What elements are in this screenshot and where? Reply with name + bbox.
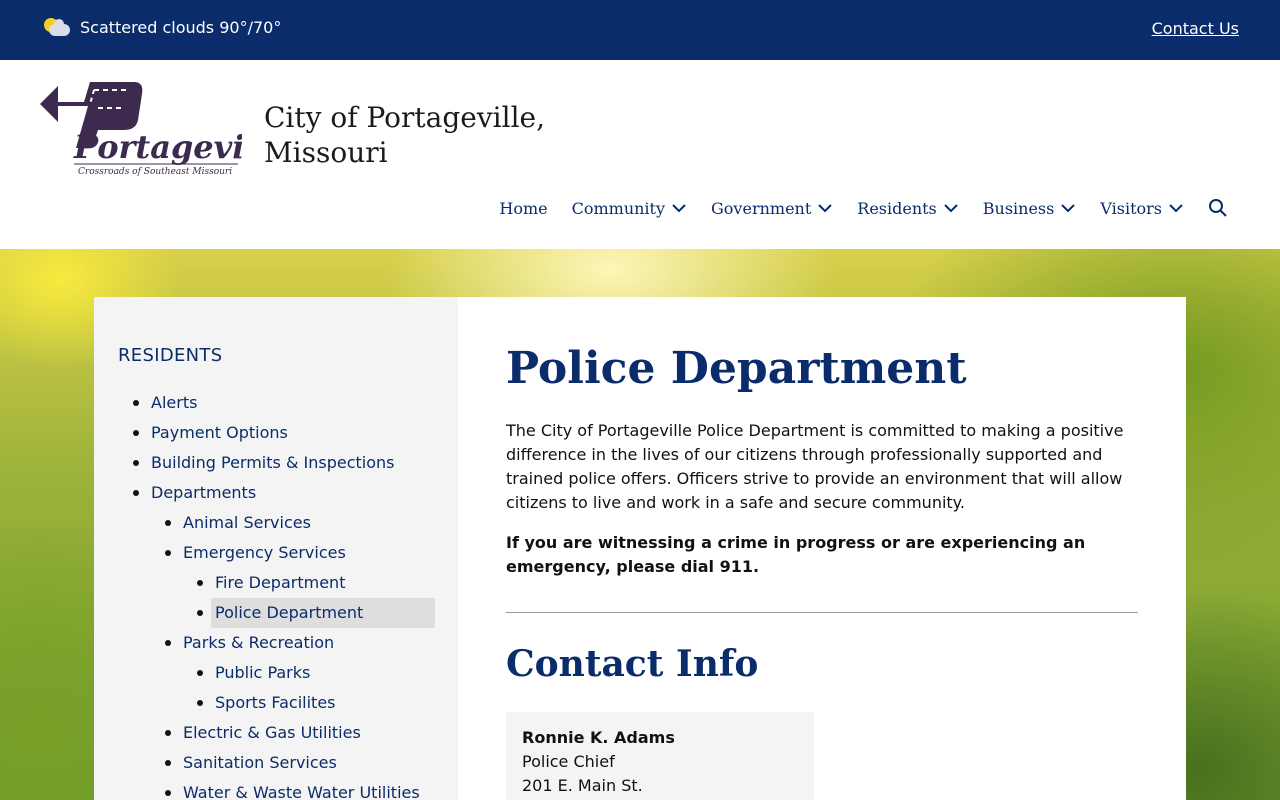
sidebar-item-label: Police Department: [215, 603, 364, 622]
divider: [506, 612, 1138, 613]
nav-government[interactable]: Government: [711, 199, 833, 218]
sidebar-item-label: Parks & Recreation: [183, 633, 335, 652]
sidebar-item-label: Departments: [151, 483, 257, 502]
page-title: Police Department: [506, 343, 967, 394]
chevron-down-icon[interactable]: [671, 200, 687, 216]
sidebar-item-alerts[interactable]: Alerts: [133, 388, 198, 418]
nav-residents-label: Residents: [857, 198, 937, 218]
sidebar-item-sports-facilities[interactable]: Sports Facilites: [197, 688, 336, 718]
sidebar-item-public-parks[interactable]: Public Parks: [197, 658, 311, 688]
sidebar-item-label: Sanitation Services: [183, 753, 337, 772]
sidebar-item-label: Electric & Gas Utilities: [183, 723, 361, 742]
sidebar: RESIDENTS Alerts Payment Options Buildin…: [94, 297, 458, 800]
sidebar-item-label: Alerts: [151, 393, 198, 412]
main-nav: Home Community Government Residents Busi…: [475, 198, 1228, 218]
weather-widget: Scattered clouds 90°/70°: [44, 16, 281, 38]
sidebar-item-label: Water & Waste Water Utilities: [183, 783, 420, 800]
nav-home-label: Home: [499, 198, 548, 218]
top-bar: Scattered clouds 90°/70° Contact Us: [0, 0, 1280, 60]
sidebar-item-label: Sports Facilites: [215, 693, 336, 712]
weather-text: Scattered clouds 90°/70°: [80, 17, 282, 37]
nav-home[interactable]: Home: [499, 199, 547, 218]
contact-us-link[interactable]: Contact Us: [1152, 19, 1239, 38]
sidebar-item-label: Emergency Services: [183, 543, 346, 562]
logo-wordmark: Portageville: [73, 128, 242, 166]
site-title[interactable]: City of Portageville, Missouri: [264, 100, 564, 170]
logo-tagline: Crossroads of Southeast Missouri: [78, 167, 232, 177]
contact-card: Ronnie K. Adams Police Chief 201 E. Main…: [506, 712, 814, 800]
nav-business-label: Business: [982, 198, 1055, 218]
contact-role: Police Chief: [522, 752, 615, 771]
nav-visitors[interactable]: Visitors: [1100, 199, 1184, 218]
contact-name: Ronnie K. Adams: [522, 728, 675, 747]
portageville-logo[interactable]: Portageville Crossroads of Southeast Mis…: [38, 78, 242, 180]
chevron-down-icon[interactable]: [1060, 200, 1076, 216]
sidebar-item-sanitation[interactable]: Sanitation Services: [165, 748, 337, 778]
sidebar-title[interactable]: RESIDENTS: [118, 345, 222, 366]
contact-address: 201 E. Main St.: [522, 776, 643, 795]
nav-community-label: Community: [571, 198, 666, 218]
chevron-down-icon[interactable]: [817, 200, 833, 216]
site-header: Portageville Crossroads of Southeast Mis…: [0, 60, 1280, 249]
chevron-down-icon[interactable]: [1168, 200, 1184, 216]
nav-residents[interactable]: Residents: [857, 199, 959, 218]
main-content: Police Department The City of Portagevil…: [458, 297, 1186, 800]
intro-paragraph: The City of Portageville Police Departme…: [506, 421, 1124, 512]
search-icon[interactable]: [1208, 198, 1228, 218]
sidebar-item-payment-options[interactable]: Payment Options: [133, 418, 288, 448]
chevron-down-icon[interactable]: [943, 200, 959, 216]
sidebar-item-building-permits[interactable]: Building Permits & Inspections: [133, 448, 395, 478]
emergency-notice: If you are witnessing a crime in progres…: [506, 533, 1086, 576]
sidebar-item-label: Public Parks: [215, 663, 311, 682]
nav-community[interactable]: Community: [572, 199, 687, 218]
sidebar-item-water-utilities[interactable]: Water & Waste Water Utilities: [165, 778, 420, 800]
contact-info-heading: Contact Info: [506, 643, 759, 685]
sidebar-item-fire-department[interactable]: Fire Department: [197, 568, 346, 598]
sidebar-item-parks-recreation[interactable]: Parks & Recreation: [165, 628, 335, 658]
partly-cloudy-icon: [44, 16, 70, 38]
sidebar-item-label: Building Permits & Inspections: [151, 453, 395, 472]
nav-business[interactable]: Business: [983, 199, 1077, 218]
nav-visitors-label: Visitors: [1100, 198, 1162, 218]
sidebar-item-emergency-services[interactable]: Emergency Services: [165, 538, 346, 568]
sidebar-item-label: Animal Services: [183, 513, 311, 532]
sidebar-item-departments[interactable]: Departments: [133, 478, 257, 508]
sidebar-item-label: Fire Department: [215, 573, 346, 592]
sidebar-item-label: Payment Options: [151, 423, 288, 442]
nav-government-label: Government: [711, 198, 812, 218]
sidebar-item-police-department[interactable]: Police Department: [197, 598, 435, 628]
sidebar-item-electric-gas[interactable]: Electric & Gas Utilities: [165, 718, 361, 748]
sidebar-item-animal-services[interactable]: Animal Services: [165, 508, 311, 538]
